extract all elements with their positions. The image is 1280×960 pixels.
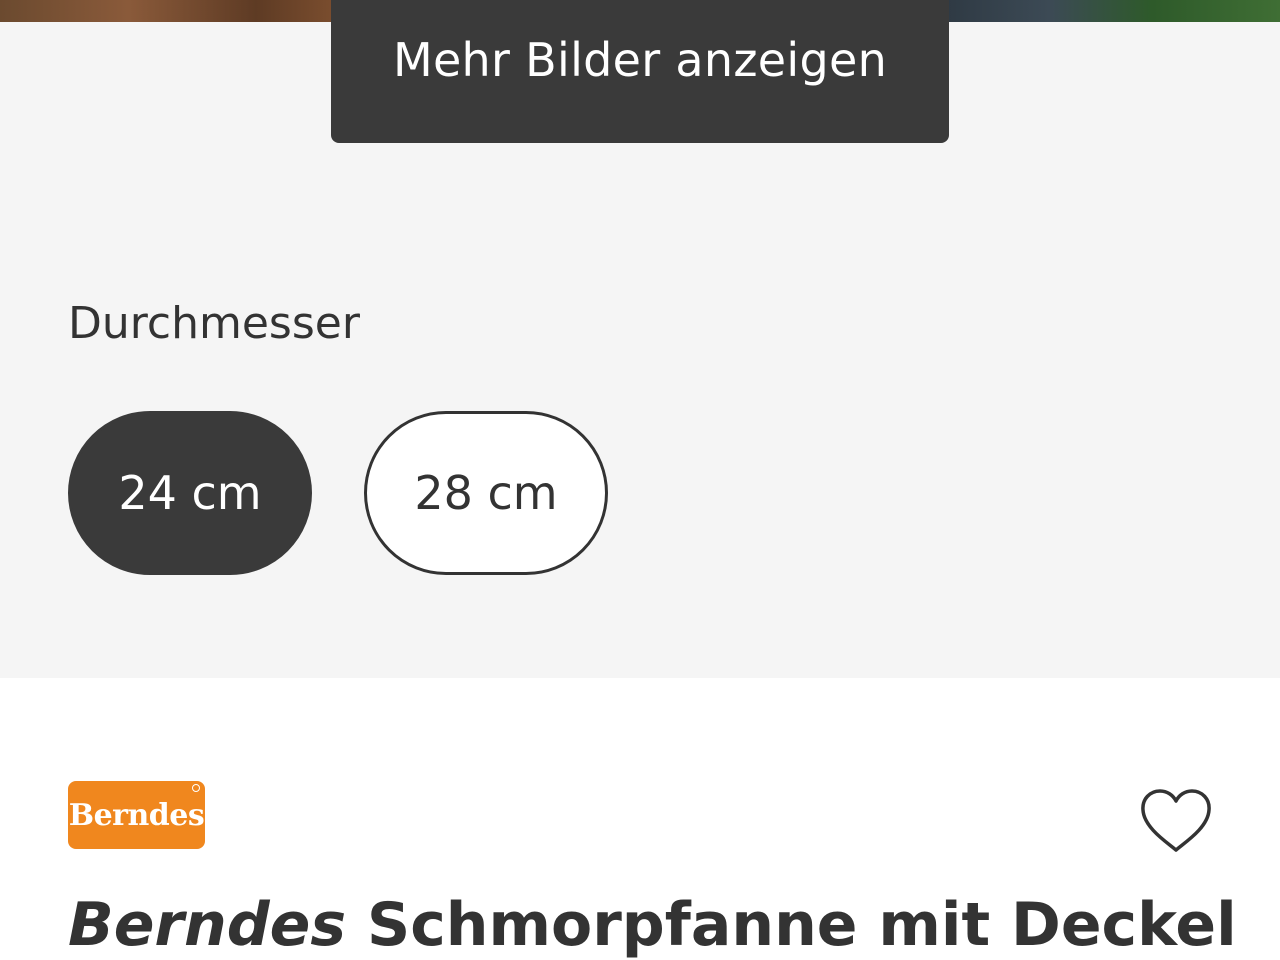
size-option-28cm[interactable]: 28 cm (364, 411, 608, 575)
variant-label-diameter: Durchmesser (68, 298, 360, 349)
product-title: Berndes Schmorpfanne mit Deckel (68, 890, 1237, 960)
size-option-24cm[interactable]: 24 cm (68, 411, 312, 575)
wishlist-button[interactable] (1138, 786, 1214, 856)
product-page: Mehr Bilder anzeigen Durchmesser 24 cm 2… (0, 0, 1280, 960)
brand-logo[interactable]: Berndes (68, 781, 205, 849)
heart-outline-icon (1141, 789, 1211, 852)
product-info: Berndes Berndes Schmorpfanne mit Deckel (0, 678, 1280, 960)
product-title-name: Schmorpfanne mit Deckel (366, 890, 1237, 960)
registered-mark (192, 784, 200, 792)
product-title-brand: Berndes (68, 890, 347, 960)
product-gallery-area: Mehr Bilder anzeigen Durchmesser 24 cm 2… (0, 0, 1280, 678)
brand-logo-text: Berndes (68, 797, 205, 833)
more-images-button[interactable]: Mehr Bilder anzeigen (331, 0, 949, 143)
